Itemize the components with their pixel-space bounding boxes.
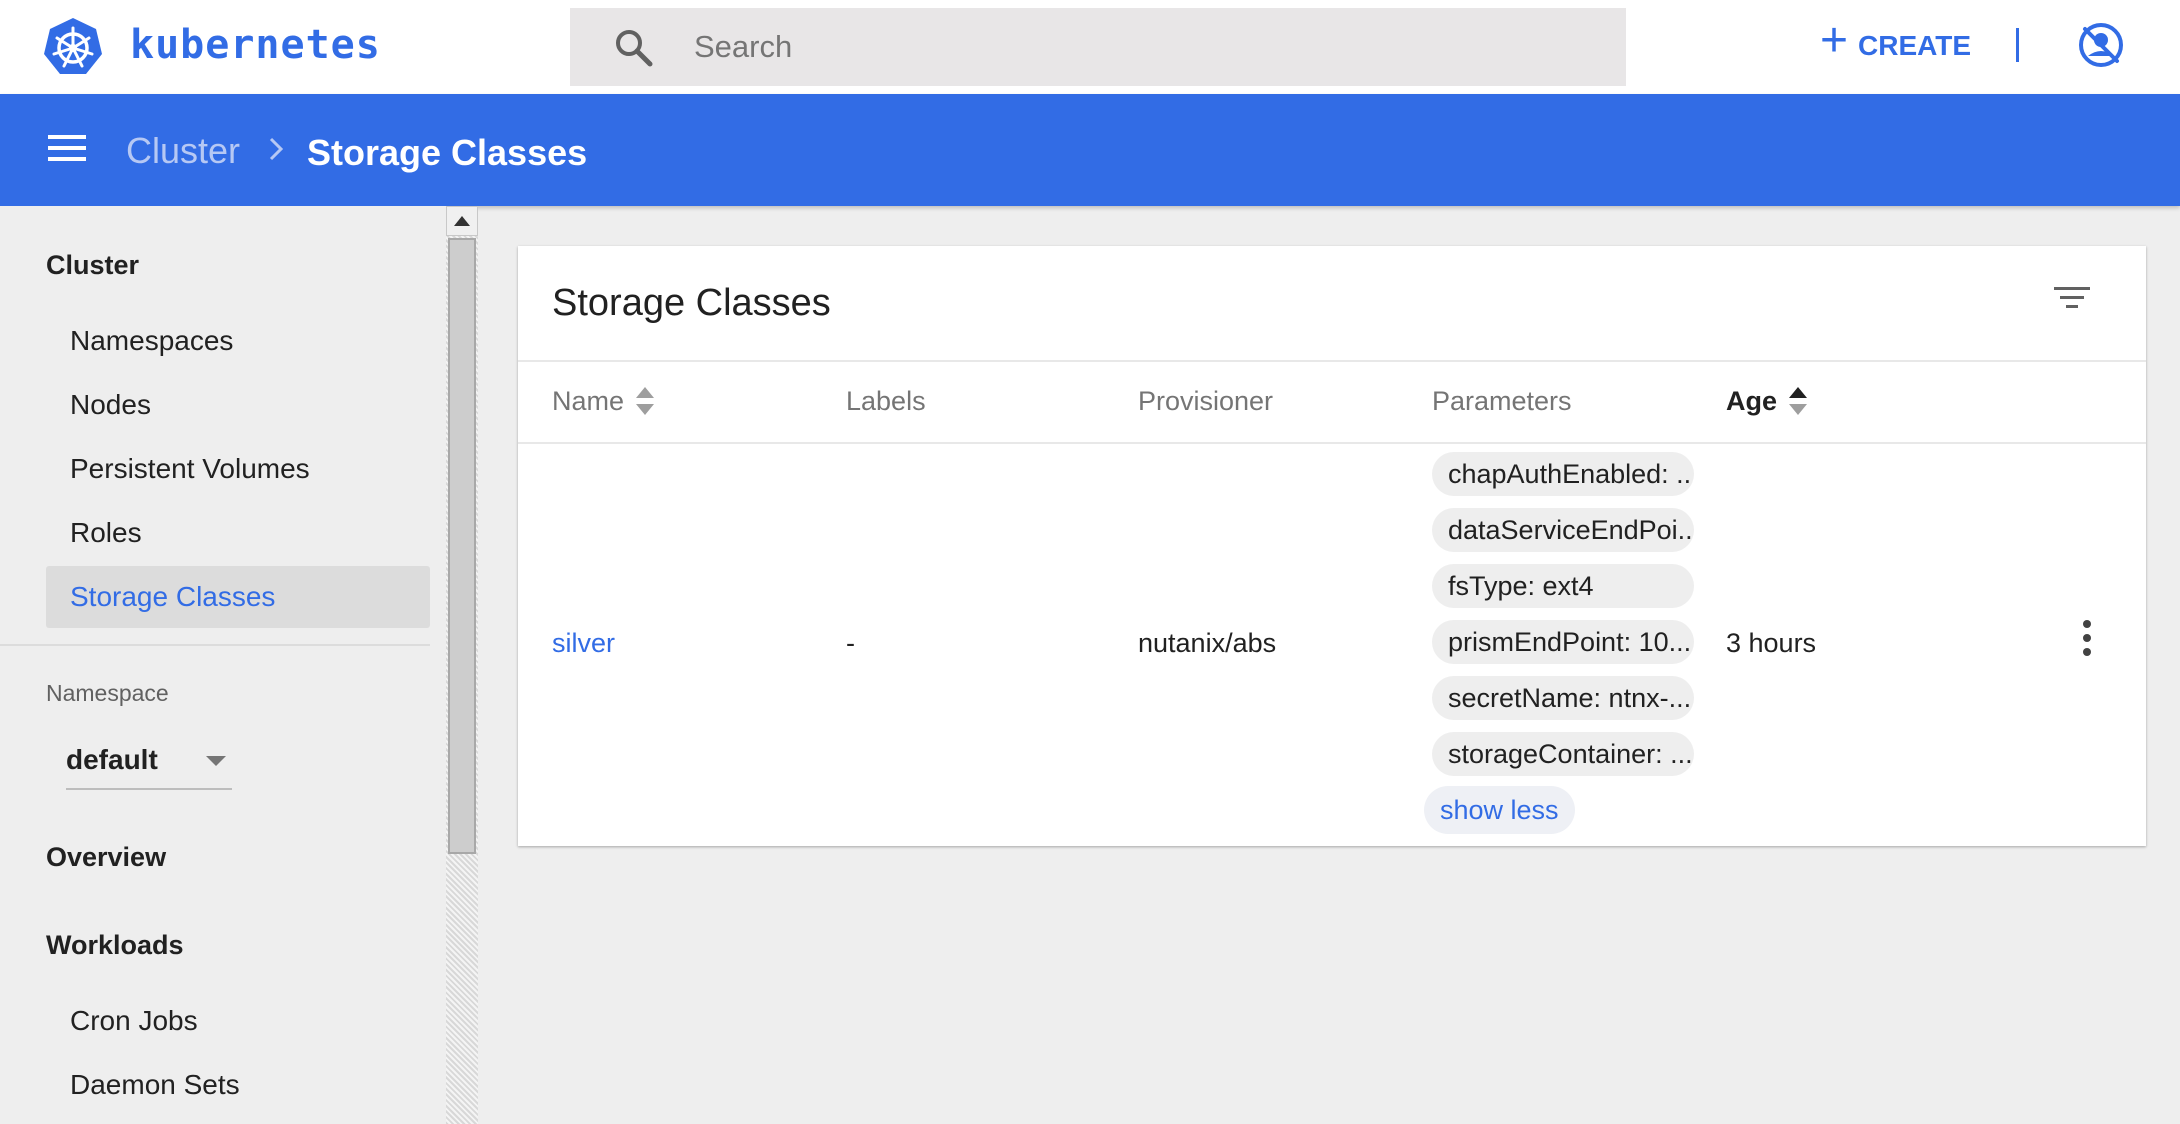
sidebar-item-roles[interactable]: Roles xyxy=(46,502,430,564)
sidebar-item-cron-jobs[interactable]: Cron Jobs xyxy=(46,990,430,1052)
search-icon xyxy=(616,30,653,67)
sidebar-item-label: Roles xyxy=(70,517,142,548)
column-header-age[interactable]: Age xyxy=(1726,386,1808,417)
hamburger-menu-icon[interactable] xyxy=(48,134,86,162)
parameter-chip: dataServiceEndPoi... xyxy=(1432,508,1694,552)
sidebar-section-overview[interactable]: Overview xyxy=(46,842,166,873)
column-header-label: Provisioner xyxy=(1138,386,1274,416)
column-header-labels: Labels xyxy=(846,386,926,417)
top-bar: kubernetes + CREATE xyxy=(0,0,2180,94)
table-header-divider xyxy=(518,442,2146,444)
column-header-label: Labels xyxy=(846,386,926,416)
scroll-up-button[interactable] xyxy=(446,206,478,236)
card-divider xyxy=(518,360,2146,362)
parameter-chip: secretName: ntnx-... xyxy=(1432,676,1694,720)
parameter-chip: fsType: ext4 xyxy=(1432,564,1694,608)
sidebar-item-storage-classes[interactable]: Storage Classes xyxy=(46,566,430,628)
sidebar-item-persistent-volumes[interactable]: Persistent Volumes xyxy=(46,438,430,500)
storage-class-name-link[interactable]: silver xyxy=(552,628,615,659)
sidebar-item-label: Cron Jobs xyxy=(70,1005,198,1036)
namespace-value: default xyxy=(66,744,158,775)
column-header-label: Parameters xyxy=(1432,386,1572,416)
breadcrumb-root[interactable]: Cluster xyxy=(126,130,240,172)
sidebar-item-label: Persistent Volumes xyxy=(70,453,310,484)
namespace-label: Namespace xyxy=(46,680,169,706)
sidebar: Cluster Namespaces Nodes Persistent Volu… xyxy=(0,206,446,1124)
filter-list-icon[interactable] xyxy=(2052,282,2092,314)
sidebar-item-label: Namespaces xyxy=(70,325,234,356)
parameter-chip: chapAuthEnabled: ... xyxy=(1432,452,1694,496)
account-off-icon[interactable] xyxy=(2078,22,2124,68)
column-header-label: Name xyxy=(552,386,625,416)
age-cell: 3 hours xyxy=(1726,628,1817,658)
toolbar-divider xyxy=(2016,28,2019,62)
breadcrumb-current: Storage Classes xyxy=(307,132,588,173)
kubernetes-logo-icon[interactable] xyxy=(42,16,104,78)
page-header: Cluster Storage Classes xyxy=(0,94,2180,206)
labels-cell: - xyxy=(846,628,855,658)
column-header-provisioner: Provisioner xyxy=(1138,386,1273,417)
sidebar-item-label: Nodes xyxy=(70,389,151,420)
column-header-label: Age xyxy=(1726,386,1778,416)
sidebar-scrollbar[interactable] xyxy=(446,206,478,1124)
sort-icon[interactable] xyxy=(636,386,655,417)
sidebar-divider xyxy=(0,644,430,646)
sidebar-section-cluster[interactable]: Cluster xyxy=(46,250,139,281)
chevron-right-icon xyxy=(269,137,284,161)
sort-ascending-icon[interactable] xyxy=(1789,386,1808,417)
create-label: CREATE xyxy=(1858,30,1972,61)
column-header-name[interactable]: Name xyxy=(552,386,655,417)
arrow-up-icon xyxy=(454,216,470,226)
parameter-chip: prismEndPoint: 10... xyxy=(1432,620,1694,664)
sidebar-item-label: Storage Classes xyxy=(70,581,276,612)
storage-classes-card: Storage Classes Name Labels Provisioner … xyxy=(518,246,2146,846)
more-vert-icon[interactable] xyxy=(2080,618,2094,658)
sidebar-item-label: Daemon Sets xyxy=(70,1069,240,1100)
sidebar-section-workloads[interactable]: Workloads xyxy=(46,930,184,961)
card-title: Storage Classes xyxy=(552,282,831,324)
search-input[interactable] xyxy=(694,24,1574,70)
scroll-thumb[interactable] xyxy=(448,238,476,854)
caret-down-icon xyxy=(206,756,226,766)
namespace-select[interactable]: default xyxy=(66,732,232,790)
create-button[interactable]: + CREATE xyxy=(1820,14,1972,74)
sidebar-item-nodes[interactable]: Nodes xyxy=(46,374,430,436)
provisioner-cell: nutanix/abs xyxy=(1138,628,1277,658)
brand-name[interactable]: kubernetes xyxy=(130,22,381,68)
sidebar-item-daemon-sets[interactable]: Daemon Sets xyxy=(46,1054,430,1116)
sidebar-item-namespaces[interactable]: Namespaces xyxy=(46,310,430,372)
column-header-parameters: Parameters xyxy=(1432,386,1572,417)
search-bar xyxy=(570,8,1626,86)
show-less-button[interactable]: show less xyxy=(1424,786,1575,834)
plus-icon: + xyxy=(1820,14,1849,67)
parameter-chip: storageContainer: ... xyxy=(1432,732,1694,776)
